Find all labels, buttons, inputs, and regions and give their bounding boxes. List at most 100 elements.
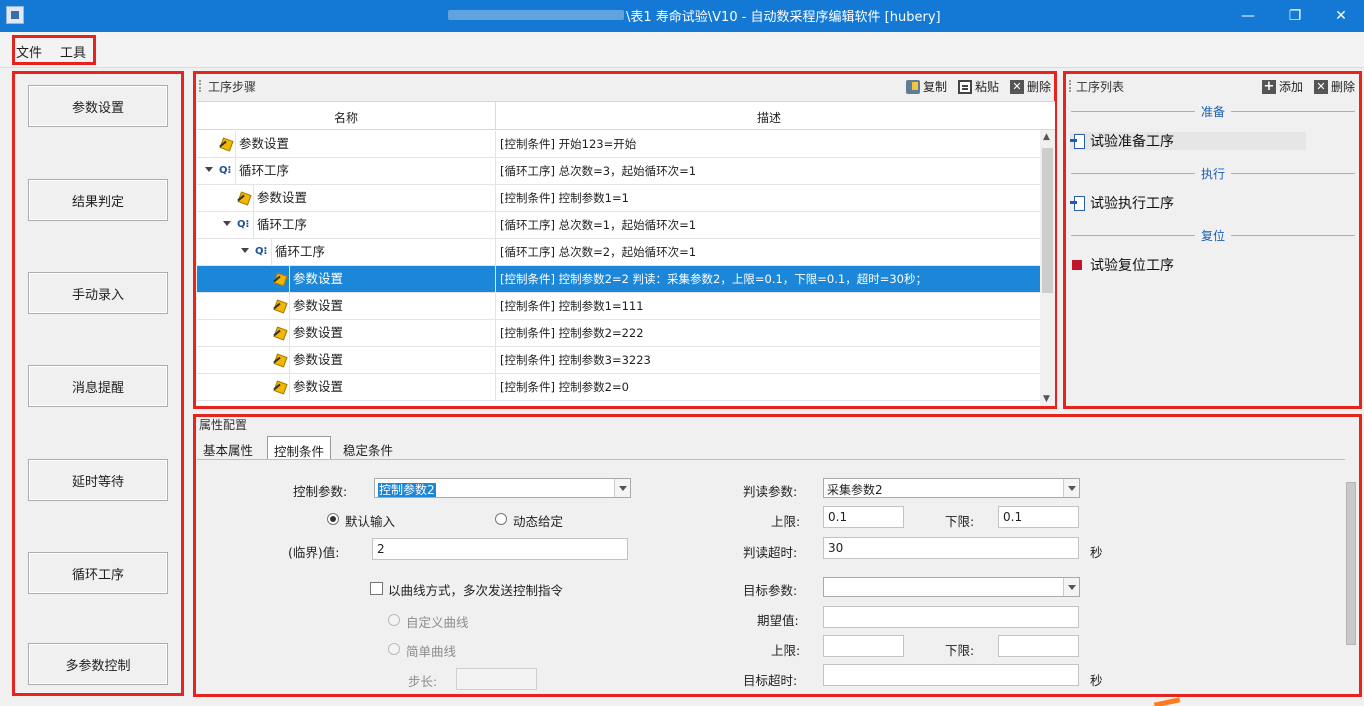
step-row[interactable]: 参数设置 [控制条件] 控制参数3=3223 [197, 347, 1040, 374]
restore-button[interactable]: ❐ [1272, 2, 1318, 30]
scroll-down-icon[interactable]: ▼ [1043, 394, 1052, 404]
chevron-down-icon[interactable] [614, 479, 630, 497]
curve-checkbox-label: 以曲线方式，多次发送控制指令 [388, 583, 564, 598]
scroll-thumb[interactable] [1042, 148, 1053, 293]
column-name-header[interactable]: 名称 [334, 109, 358, 126]
control-param-select[interactable]: 控制参数2 [374, 478, 631, 498]
delete-op-button[interactable]: ✕ 删除 [1314, 78, 1355, 95]
tool-button[interactable]: 参数设置 [28, 85, 168, 127]
radio-simple-curve[interactable] [388, 643, 400, 655]
delete-step-button[interactable]: ✕ 删除 [1010, 78, 1051, 95]
op-item-execute[interactable]: 试验执行工序 [1070, 194, 1174, 212]
copy-button[interactable]: 复制 [906, 78, 947, 95]
minimize-icon: — [1241, 8, 1255, 24]
minimize-button[interactable]: — [1225, 2, 1271, 30]
delete-icon: ✕ [1314, 79, 1328, 94]
timeout-input[interactable]: 30 [823, 537, 1079, 559]
expand-caret-icon[interactable] [205, 167, 213, 172]
tool-button[interactable]: 结果判定 [28, 179, 168, 221]
op-item-reset[interactable]: 试验复位工序 [1070, 256, 1174, 274]
target-timeout-label: 目标超时: [743, 673, 798, 688]
expand-caret-icon[interactable] [223, 221, 231, 226]
radio-custom-curve[interactable] [388, 614, 400, 626]
tool-button[interactable]: 手动录入 [28, 272, 168, 314]
tool-button[interactable]: 多参数控制 [28, 643, 168, 685]
menu-file[interactable]: 文件 [16, 42, 42, 61]
step-name: 参数设置 [253, 185, 495, 212]
procedure-doc-icon [1070, 196, 1085, 211]
param-step-icon [237, 191, 251, 205]
target-lower-input[interactable] [998, 635, 1079, 657]
grip-handle[interactable] [199, 80, 201, 92]
app-icon [6, 6, 24, 24]
step-input[interactable] [456, 668, 537, 690]
op-item-prepare[interactable]: 试验准备工序 [1070, 132, 1306, 150]
step-name: 循环工序 [235, 158, 495, 185]
group-title: 准备 [1201, 105, 1226, 119]
tool-button[interactable]: 消息提醒 [28, 365, 168, 407]
close-window-button[interactable]: ✕ [1318, 2, 1364, 30]
divider [1071, 235, 1195, 236]
loop-step-icon: Q⁝ [255, 246, 268, 257]
op-label: 试验准备工序 [1090, 134, 1174, 150]
tab-stable[interactable]: 稳定条件 [337, 436, 399, 460]
target-timeout-input[interactable] [823, 664, 1079, 686]
divider [1231, 111, 1355, 112]
threshold-input[interactable]: 2 [372, 538, 628, 560]
props-scrollbar[interactable] [1344, 466, 1358, 692]
column-desc-header[interactable]: 描述 [757, 109, 781, 126]
tab-control[interactable]: 控制条件 [267, 436, 332, 460]
step-desc: [控制条件] 控制参数2=2 判读：采集参数2，上限=0.1，下限=0.1，超时… [495, 266, 1040, 293]
step-row[interactable]: 参数设置 [控制条件] 开始123=开始 [197, 131, 1040, 158]
curve-checkbox[interactable] [370, 582, 383, 595]
radio-dynamic[interactable] [495, 513, 507, 525]
lower-input[interactable]: 0.1 [998, 506, 1079, 528]
tab-basic[interactable]: 基本属性 [197, 436, 259, 460]
steps-header: 工序步骤 复制 粘贴 ✕ 删除 [197, 74, 1055, 98]
menu-tools[interactable]: 工具 [60, 42, 86, 61]
expected-label: 期望值: [757, 613, 799, 628]
step-name: 参数设置 [289, 266, 495, 293]
step-name: 参数设置 [289, 293, 495, 320]
add-op-button[interactable]: + 添加 [1262, 78, 1303, 95]
simple-curve-label: 简单曲线 [406, 644, 457, 659]
tool-button[interactable]: 循环工序 [28, 552, 168, 594]
scroll-thumb[interactable] [1346, 482, 1356, 645]
step-row[interactable]: Q⁝ 循环工序 [循环工序] 总次数=2，起始循环次=1 [197, 239, 1040, 266]
ops-header: 工序列表 + 添加 ✕ 删除 [1067, 74, 1359, 98]
target-upper-input[interactable] [823, 635, 904, 657]
step-row[interactable]: Q⁝ 循环工序 [循环工序] 总次数=3，起始循环次=1 [197, 158, 1040, 185]
delete-icon: ✕ [1010, 79, 1024, 94]
paste-button[interactable]: 粘贴 [958, 78, 999, 95]
step-row[interactable]: 参数设置 [控制条件] 控制参数2=222 [197, 320, 1040, 347]
read-param-label: 判读参数: [743, 484, 798, 499]
procedure-doc-icon [1070, 134, 1085, 149]
redacted-title-part [448, 10, 624, 20]
step-desc: [循环工序] 总次数=3，起始循环次=1 [495, 158, 1040, 185]
expected-input[interactable] [823, 606, 1079, 628]
step-row[interactable]: 参数设置 [控制条件] 控制参数2=0 [197, 374, 1040, 401]
step-row[interactable]: 参数设置 [控制条件] 控制参数2=2 判读：采集参数2，上限=0.1，下限=0.… [197, 266, 1040, 293]
custom-curve-label: 自定义曲线 [406, 615, 469, 630]
expand-caret-icon[interactable] [241, 248, 249, 253]
chevron-down-icon[interactable] [1063, 479, 1079, 497]
step-row[interactable]: 参数设置 [控制条件] 控制参数1=111 [197, 293, 1040, 320]
loop-step-icon: Q⁝ [219, 165, 232, 176]
chevron-down-icon[interactable] [1063, 578, 1079, 596]
scroll-up-icon[interactable]: ▲ [1043, 132, 1052, 142]
step-row[interactable]: 参数设置 [控制条件] 控制参数1=1 [197, 185, 1040, 212]
control-param-value: 控制参数2 [378, 483, 436, 497]
radio-default-input[interactable] [327, 513, 339, 525]
steps-scrollbar[interactable]: ▲ ▼ [1040, 130, 1055, 406]
grip-handle[interactable] [1069, 80, 1071, 92]
upper-input[interactable]: 0.1 [823, 506, 904, 528]
target-param-select[interactable] [823, 577, 1080, 597]
tool-button[interactable]: 延时等待 [28, 459, 168, 501]
column-separator[interactable] [495, 102, 496, 130]
step-desc: [循环工序] 总次数=2，起始循环次=1 [495, 239, 1040, 266]
step-desc: [控制条件] 控制参数3=3223 [495, 347, 1040, 374]
read-param-select[interactable]: 采集参数2 [823, 478, 1080, 498]
step-row[interactable]: Q⁝ 循环工序 [循环工序] 总次数=1，起始循环次=1 [197, 212, 1040, 239]
group-title: 复位 [1201, 229, 1226, 243]
ops-list: 准备 试验准备工序 执行 试验执行工序 复位 试验复位工序 [1067, 98, 1359, 404]
